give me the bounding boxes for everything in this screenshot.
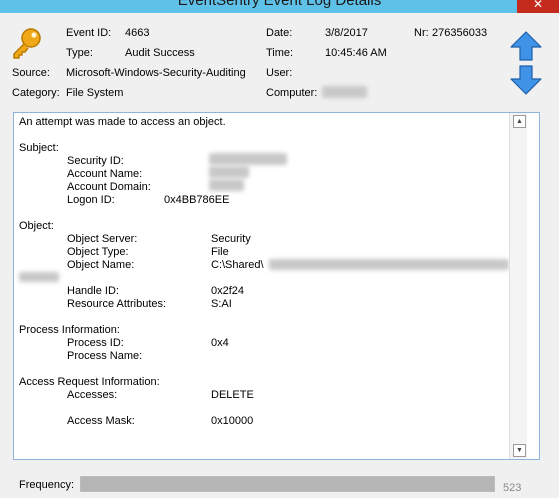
frequency-count: 523 [503, 482, 522, 494]
object-heading: Object: [19, 220, 54, 232]
computer-value-redacted [322, 86, 367, 98]
object-name-redacted [269, 259, 509, 270]
object-server-value: Security [211, 233, 251, 245]
computer-label: Computer: [266, 87, 318, 99]
nr-value: 276356033 [432, 27, 488, 39]
accesses-value: DELETE [211, 389, 254, 401]
accesses-label: Accesses: [67, 389, 118, 401]
subject-heading: Subject: [19, 142, 59, 154]
logon-id-label: Logon ID: [67, 194, 115, 206]
frequency-bar [80, 476, 495, 492]
event-description-textarea[interactable]: An attempt was made to access an object.… [13, 112, 540, 460]
nr-label: Nr: [414, 27, 429, 39]
object-name-continued-redacted [19, 272, 59, 282]
process-name-label: Process Name: [67, 350, 143, 362]
category-value: File System [66, 87, 124, 99]
type-value: Audit Success [125, 47, 195, 59]
security-id-redacted [209, 153, 287, 165]
security-id-label: Security ID: [67, 155, 124, 167]
frequency-bar-fill [81, 477, 494, 491]
scroll-up-icon[interactable]: ▲ [513, 115, 526, 128]
description-intro: An attempt was made to access an object. [19, 116, 226, 128]
resource-attributes-label: Resource Attributes: [67, 298, 167, 310]
time-label: Time: [266, 47, 294, 59]
handle-id-value: 0x2f24 [211, 285, 245, 297]
user-label: User: [266, 67, 293, 79]
object-type-label: Object Type: [67, 246, 129, 258]
access-mask-label: Access Mask: [67, 415, 135, 427]
source-label: Source: [12, 67, 50, 79]
process-id-label: Process ID: [67, 337, 124, 349]
vertical-scrollbar[interactable]: ▲ ▼ [509, 113, 527, 459]
logon-id-value: 0x4BB786EE [164, 194, 230, 206]
process-id-value: 0x4 [211, 337, 229, 349]
time-value: 10:45:46 AM [325, 47, 387, 59]
title-bar: EventSentry Event Log Details ✕ [0, 0, 559, 13]
object-server-label: Object Server: [67, 233, 138, 245]
category-label: Category: [12, 87, 60, 99]
type-label: Type: [66, 47, 93, 59]
process-heading: Process Information: [19, 324, 120, 336]
resource-attributes-value: S:AI [211, 298, 232, 310]
access-mask-value: 0x10000 [211, 415, 254, 427]
date-value: 3/8/2017 [325, 27, 368, 39]
object-name-label: Object Name: [67, 259, 135, 271]
source-value: Microsoft-Windows-Security-Auditing [66, 67, 246, 79]
object-name-value: C:\Shared\ [211, 259, 264, 271]
object-type-value: File [211, 246, 229, 258]
arrow-down-icon[interactable] [509, 64, 543, 96]
date-label: Date: [266, 27, 293, 39]
key-icon [13, 28, 41, 59]
handle-id-label: Handle ID: [67, 285, 119, 297]
event-id-label: Event ID: [66, 27, 112, 39]
account-name-redacted [209, 166, 249, 178]
access-heading: Access Request Information: [19, 376, 160, 388]
arrow-up-icon[interactable] [509, 30, 543, 62]
account-domain-label: Account Domain: [67, 181, 151, 193]
account-domain-redacted [209, 179, 244, 191]
account-name-label: Account Name: [67, 168, 143, 180]
scroll-down-icon[interactable]: ▼ [513, 444, 526, 457]
close-button[interactable]: ✕ [517, 0, 559, 13]
frequency-label: Frequency: [19, 479, 75, 491]
event-id-value: 4663 [125, 27, 150, 39]
window-title: EventSentry Event Log Details [177, 0, 382, 9]
